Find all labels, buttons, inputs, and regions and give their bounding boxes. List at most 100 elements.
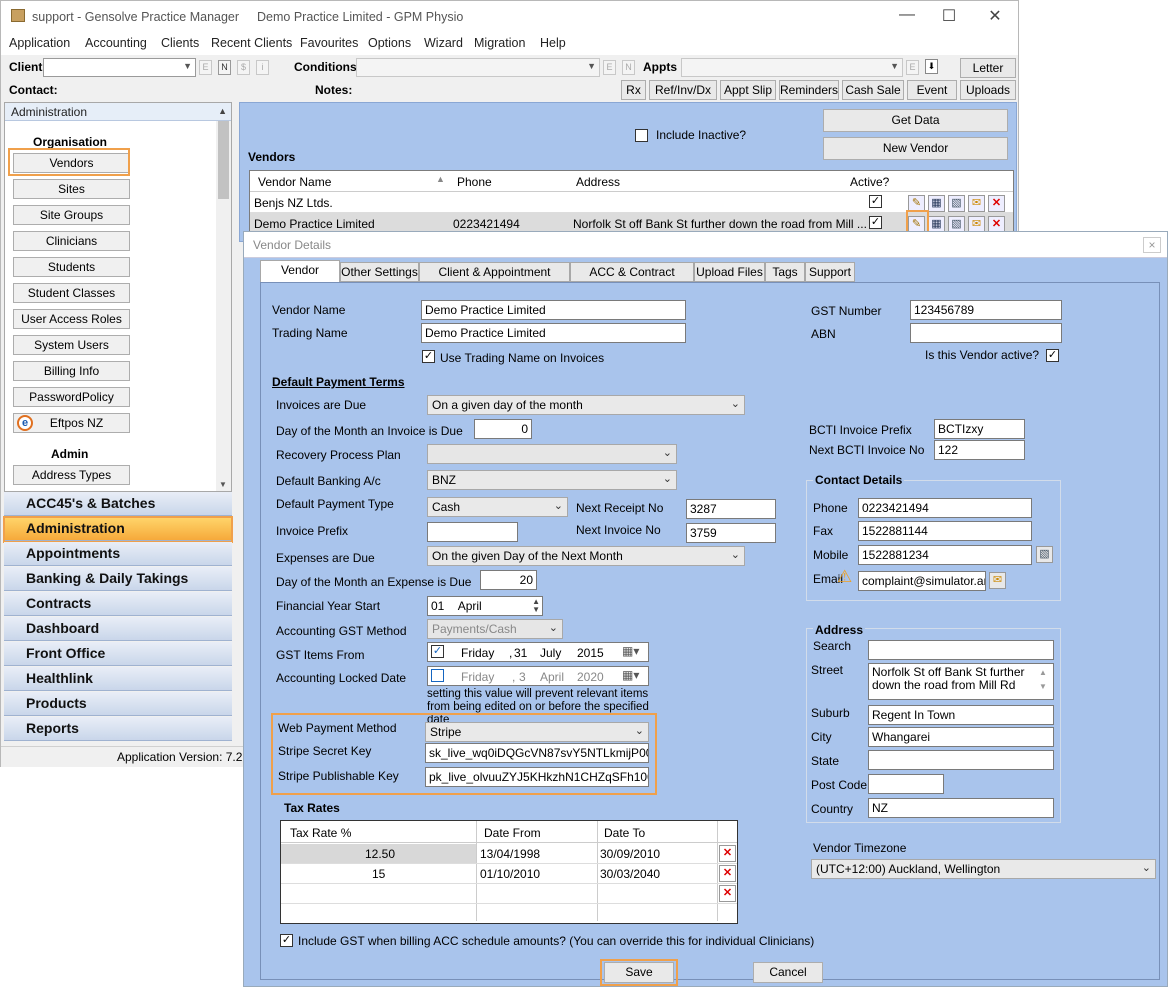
table-row[interactable]: 12.50 13/04/1998 30/09/2010 ✕ xyxy=(281,844,737,864)
tab-other-settings[interactable]: Other Settings xyxy=(340,262,419,282)
student-classes-button[interactable]: Student Classes xyxy=(13,283,130,303)
user-access-roles-button[interactable]: User Access Roles xyxy=(13,309,130,329)
next-invoice-field[interactable]: 3759 xyxy=(686,523,776,543)
expenses-due-select[interactable]: On the given Day of the Next Month ⌄ xyxy=(427,546,745,566)
eftpos-nz-button[interactable]: e Eftpos NZ xyxy=(13,413,130,433)
calendar-icon[interactable]: ▦▾ xyxy=(622,644,639,658)
uploads-button[interactable]: Uploads xyxy=(960,80,1016,100)
suburb-field[interactable]: Regent In Town xyxy=(868,705,1054,725)
billing-info-button[interactable]: Billing Info xyxy=(13,361,130,381)
postcode-field[interactable] xyxy=(868,774,944,794)
phone-field[interactable]: 0223421494 xyxy=(858,498,1032,518)
mobile-field[interactable]: 1522881234 xyxy=(858,545,1032,565)
gst-items-from-date[interactable]: ✓ Friday , 31 July 2015 ▦▾ xyxy=(427,642,649,662)
nav-dashboard[interactable]: Dashboard xyxy=(4,617,232,641)
email-icon[interactable]: ✉ xyxy=(968,195,985,212)
letter-button[interactable]: Letter xyxy=(960,58,1016,78)
spinner-icon[interactable]: ▲ ▼ xyxy=(532,598,540,614)
email-icon[interactable]: ✉ xyxy=(989,572,1006,589)
client-combo[interactable]: ▼ xyxy=(43,58,196,77)
invoice-prefix-field[interactable] xyxy=(427,522,518,542)
download-icon[interactable]: ⬇ xyxy=(925,59,938,74)
appts-combo[interactable]: ▼ xyxy=(681,58,903,77)
delete-icon[interactable]: ✕ xyxy=(988,195,1005,212)
condition-new-button[interactable]: N xyxy=(622,60,635,75)
table-row[interactable]: Benjs NZ Ltds. ✓ xyxy=(250,192,1013,213)
cancel-button[interactable]: Cancel xyxy=(753,962,823,983)
locked-date-field[interactable]: Friday , 3 April 2020 ▦▾ xyxy=(427,666,649,686)
delete-icon[interactable]: ✕ xyxy=(719,865,736,882)
delete-icon[interactable]: ✕ xyxy=(719,845,736,862)
col-phone[interactable]: Phone xyxy=(457,175,492,189)
fax-field[interactable]: 1522881144 xyxy=(858,521,1032,541)
grid-view-icon[interactable]: ▦ xyxy=(928,195,945,212)
menu-clients[interactable]: Clients xyxy=(161,36,199,50)
scroll-down-icon[interactable]: ▼ xyxy=(219,480,227,489)
maximize-icon[interactable]: ☐ xyxy=(939,6,959,26)
bcti-prefix-field[interactable]: BCTIzxy xyxy=(934,419,1025,439)
password-policy-button[interactable]: PasswordPolicy xyxy=(13,387,130,407)
gst-items-from-checkbox[interactable]: ✓ xyxy=(431,645,444,658)
new-vendor-button[interactable]: New Vendor xyxy=(823,137,1008,160)
ref-inv-dx-button[interactable]: Ref/Inv/Dx xyxy=(649,80,717,100)
table-row[interactable]: ✕ xyxy=(281,884,737,904)
vendor-active-checkbox[interactable]: ✓ xyxy=(1046,349,1059,362)
students-button[interactable]: Students xyxy=(13,257,130,277)
scrollbar-thumb[interactable] xyxy=(218,121,229,199)
client-new-button[interactable]: N xyxy=(218,60,231,75)
tab-upload-files[interactable]: Upload Files xyxy=(694,262,765,282)
street-field[interactable]: Norfolk St off Bank St further down the … xyxy=(868,663,1054,700)
menu-help[interactable]: Help xyxy=(540,36,566,50)
state-field[interactable] xyxy=(868,750,1054,770)
invoices-due-select[interactable]: On a given day of the month ⌄ xyxy=(427,395,745,415)
nav-appointments[interactable]: Appointments xyxy=(4,542,232,566)
tab-acc-contract-settings[interactable]: ACC & Contract Settings xyxy=(570,262,694,297)
tab-vendor-details[interactable]: Vendor Details xyxy=(260,260,340,295)
menu-options[interactable]: Options xyxy=(368,36,411,50)
tab-tags[interactable]: Tags xyxy=(765,262,805,282)
address-search-field[interactable] xyxy=(868,640,1054,660)
minimize-icon[interactable]: — xyxy=(897,6,917,24)
reminders-button[interactable]: Reminders xyxy=(779,80,839,100)
col-vendor-name[interactable]: Vendor Name xyxy=(258,175,331,189)
expense-dom-field[interactable]: 20 xyxy=(480,570,537,590)
gst-method-select[interactable]: Payments/Cash ⌄ xyxy=(427,619,563,639)
vendor-name-field[interactable]: Demo Practice Limited xyxy=(421,300,686,320)
include-gst-checkbox[interactable]: ✓ xyxy=(280,934,293,947)
cash-sale-button[interactable]: Cash Sale xyxy=(842,80,904,100)
condition-edit-button[interactable]: E xyxy=(603,60,616,75)
panel-scrollbar[interactable]: ▼ xyxy=(216,121,231,491)
client-account-button[interactable]: $ xyxy=(237,60,250,75)
payment-type-select[interactable]: Cash ⌄ xyxy=(427,497,568,517)
street-scroll-icon[interactable]: ▲ ▼ xyxy=(1039,666,1047,694)
client-info-button[interactable]: i xyxy=(256,60,269,75)
menu-recent-clients[interactable]: Recent Clients xyxy=(211,36,292,50)
sites-button[interactable]: Sites xyxy=(13,179,130,199)
nav-products[interactable]: Products xyxy=(4,692,232,716)
delete-icon[interactable]: ✕ xyxy=(719,885,736,902)
nav-acc45-batches[interactable]: ACC45's & Batches xyxy=(4,492,232,516)
email-field[interactable]: complaint@simulator.amaz xyxy=(858,571,986,591)
locked-date-checkbox[interactable] xyxy=(431,669,444,682)
next-receipt-field[interactable]: 3287 xyxy=(686,499,776,519)
event-button[interactable]: Event xyxy=(907,80,957,100)
recovery-plan-select[interactable]: ⌄ xyxy=(427,444,677,464)
bcti-next-field[interactable]: 122 xyxy=(934,440,1025,460)
nav-healthlink[interactable]: Healthlink xyxy=(4,667,232,691)
conditions-combo[interactable]: ▼ xyxy=(356,58,600,77)
close-icon[interactable]: ✕ xyxy=(985,6,1005,26)
nav-front-office[interactable]: Front Office xyxy=(4,642,232,666)
menu-accounting[interactable]: Accounting xyxy=(85,36,147,50)
col-active[interactable]: Active? xyxy=(850,175,889,189)
nav-reports[interactable]: Reports xyxy=(4,717,232,741)
clinicians-button[interactable]: Clinicians xyxy=(13,231,130,251)
system-users-button[interactable]: System Users xyxy=(13,335,130,355)
menu-migration[interactable]: Migration xyxy=(474,36,525,50)
gst-number-field[interactable]: 123456789 xyxy=(910,300,1062,320)
collapse-icon[interactable]: ▲ xyxy=(218,106,227,116)
country-field[interactable]: NZ xyxy=(868,798,1054,818)
col-address[interactable]: Address xyxy=(576,175,620,189)
phone-icon[interactable]: ▧ xyxy=(1036,546,1053,563)
include-inactive-checkbox[interactable] xyxy=(635,129,648,142)
calendar-icon[interactable]: ▦▾ xyxy=(622,668,639,682)
